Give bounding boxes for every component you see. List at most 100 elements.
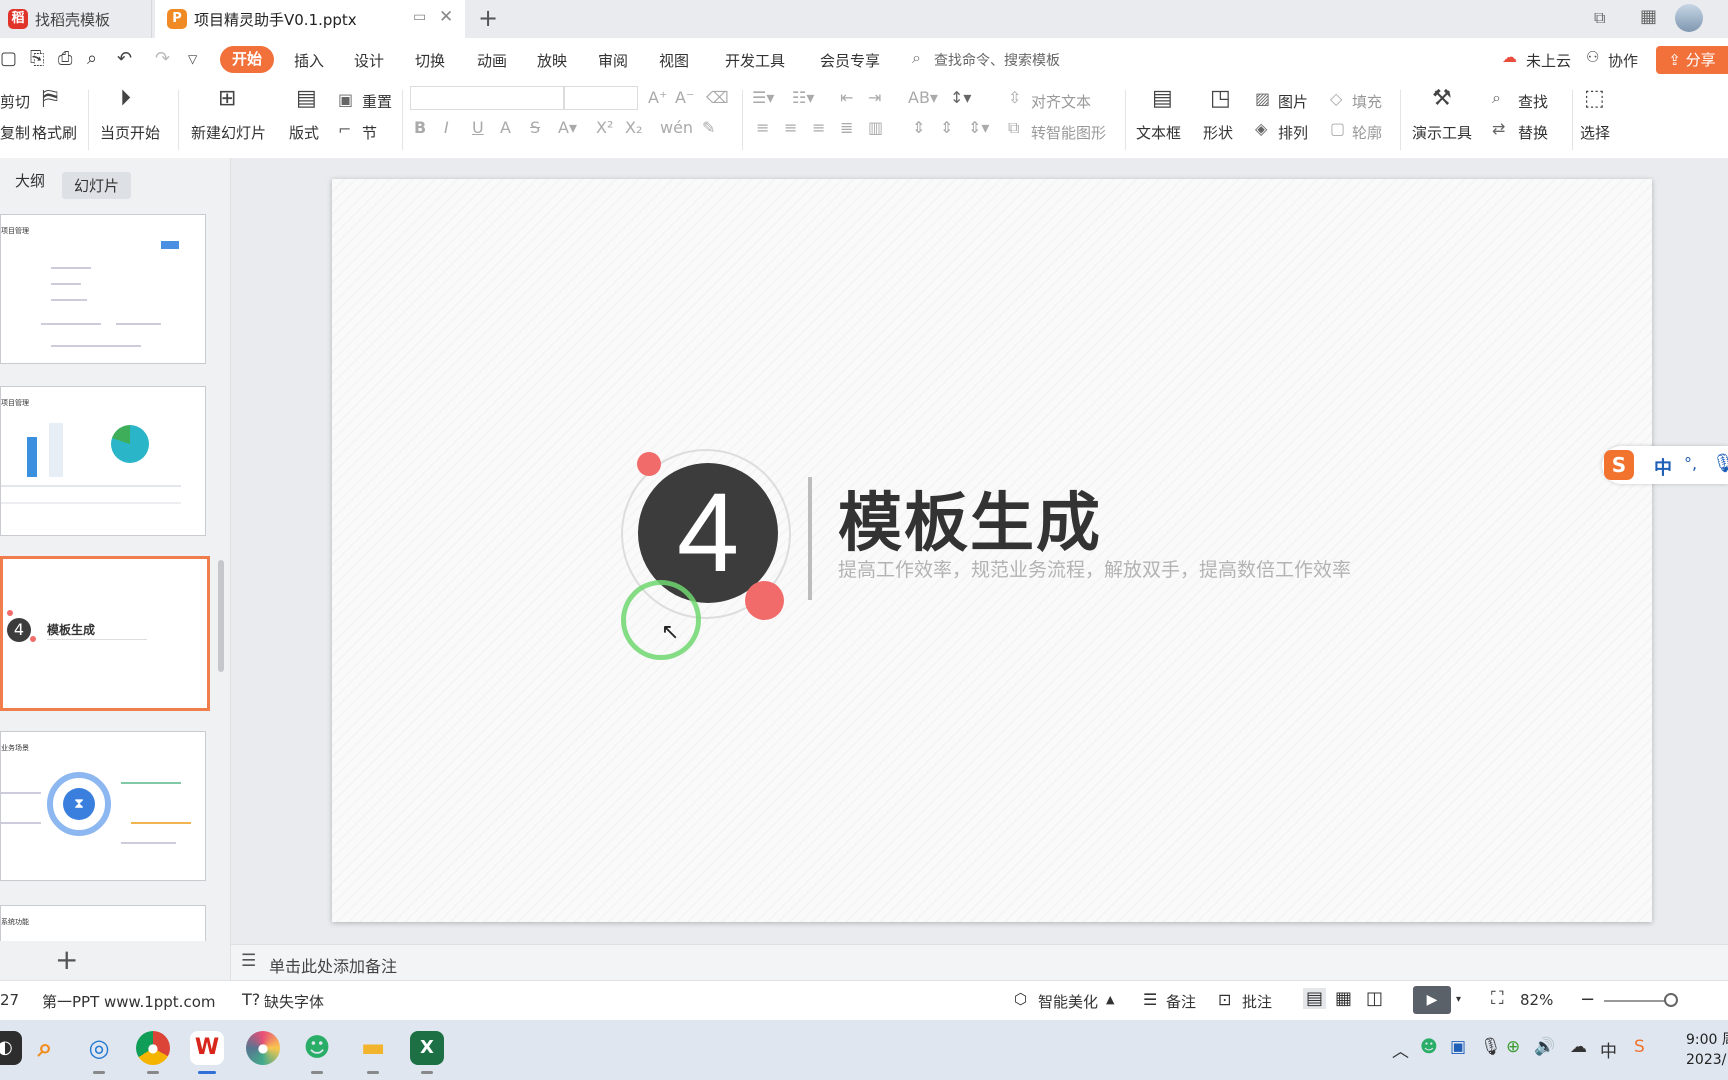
avatar[interactable] bbox=[1675, 4, 1703, 32]
italic-icon[interactable]: I bbox=[444, 118, 449, 137]
presentation-tools-button[interactable]: 演示工具 bbox=[1412, 122, 1472, 143]
menu-membership[interactable]: 会员专享 bbox=[820, 50, 880, 71]
slide-thumbnail-4[interactable]: 业务场景 ⧗ bbox=[0, 731, 206, 881]
increase-indent-icon[interactable]: ⇥ bbox=[868, 88, 881, 107]
highlight-icon[interactable]: ✎ bbox=[702, 118, 715, 137]
float-window-icon[interactable]: ▭ bbox=[413, 9, 426, 25]
menu-transition[interactable]: 切换 bbox=[415, 50, 445, 71]
redo-icon[interactable]: ↷ bbox=[155, 48, 170, 69]
menu-design[interactable]: 设计 bbox=[354, 50, 384, 71]
menu-review[interactable]: 审阅 bbox=[598, 50, 628, 71]
reading-view-icon[interactable]: ◫ bbox=[1366, 988, 1383, 1009]
tab-current-document[interactable]: P 项目精灵助手V0.1.pptx ▭ ✕ bbox=[155, 0, 465, 38]
layout-icon[interactable]: ⧉ bbox=[1594, 8, 1605, 28]
distribute-icon[interactable]: ▥ bbox=[868, 118, 883, 137]
outline-button[interactable]: 轮廓 bbox=[1352, 122, 1382, 143]
new-tab-button[interactable]: + bbox=[478, 4, 498, 32]
phonetic-icon[interactable]: wén bbox=[660, 118, 693, 137]
excel-icon[interactable]: X bbox=[410, 1031, 444, 1065]
section-button[interactable]: 节 bbox=[362, 122, 377, 143]
file-explorer-icon[interactable]: ▬ bbox=[356, 1031, 390, 1065]
cloud-status[interactable]: 未上云 bbox=[1526, 50, 1571, 71]
sorter-view-icon[interactable]: ▦ bbox=[1335, 988, 1352, 1009]
ime-toolbar[interactable]: S 中 °, 🎙 bbox=[1602, 446, 1728, 484]
increase-font-icon[interactable]: A⁺ bbox=[648, 88, 667, 107]
fill-button[interactable]: 填充 bbox=[1352, 91, 1382, 112]
menu-animation[interactable]: 动画 bbox=[477, 50, 507, 71]
ime-mode[interactable]: 中 bbox=[1654, 454, 1672, 480]
new-slide-button[interactable]: 新建幻灯片 bbox=[191, 122, 266, 143]
notes-placeholder[interactable]: 单击此处添加备注 bbox=[269, 953, 397, 977]
tab-slides[interactable]: 幻灯片 bbox=[62, 172, 132, 199]
arrange-button[interactable]: 排列 bbox=[1278, 122, 1308, 143]
menu-slideshow[interactable]: 放映 bbox=[537, 50, 567, 71]
menu-developer[interactable]: 开发工具 bbox=[725, 50, 785, 71]
slide-thumbnail-2[interactable]: 项目管理 bbox=[0, 386, 206, 536]
replace-button[interactable]: 替换 bbox=[1518, 122, 1548, 143]
justify-icon[interactable]: ≣ bbox=[840, 118, 853, 137]
play-from-current-button[interactable]: 当页开始 bbox=[100, 122, 160, 143]
zoom-slider-handle[interactable] bbox=[1664, 993, 1678, 1007]
notes-bar[interactable]: ☰ 单击此处添加备注 bbox=[231, 944, 1728, 981]
wps-office-icon[interactable]: W bbox=[190, 1031, 224, 1065]
textbox-button[interactable]: 文本框 bbox=[1136, 122, 1181, 143]
align-center-icon[interactable]: ≡ bbox=[784, 118, 797, 137]
theme-name[interactable]: 第一PPT www.1ppt.com bbox=[42, 991, 216, 1012]
play-options-icon[interactable]: ▾ bbox=[1456, 994, 1461, 1005]
microphone-tray-icon[interactable]: 🎙 bbox=[1480, 1037, 1502, 1057]
align-right-icon[interactable]: ≡ bbox=[812, 118, 825, 137]
meeting-tray-icon[interactable]: ▣ bbox=[1450, 1037, 1466, 1057]
bullet-list-icon[interactable]: ☰▾ bbox=[752, 88, 774, 107]
colorful-app-icon[interactable]: ● bbox=[246, 1031, 280, 1065]
decrease-font-icon[interactable]: A⁻ bbox=[675, 88, 694, 107]
zoom-level[interactable]: 82% bbox=[1520, 991, 1553, 1009]
copy-button[interactable]: 复制 bbox=[0, 122, 30, 143]
close-tab-icon[interactable]: ✕ bbox=[439, 7, 453, 27]
notes-toggle-button[interactable]: 备注 bbox=[1166, 991, 1196, 1012]
start-icon[interactable]: ◐ bbox=[0, 1031, 22, 1065]
share-button[interactable]: ⇪ 分享 bbox=[1656, 46, 1728, 74]
shape-button[interactable]: 形状 bbox=[1203, 122, 1233, 143]
format-painter-button[interactable]: 格式刷 bbox=[32, 122, 77, 143]
slide-panel-scrollbar[interactable] bbox=[218, 560, 224, 672]
slide-title[interactable]: 模板生成 bbox=[838, 472, 1102, 564]
convert-smartart-button[interactable]: 转智能图形 bbox=[1031, 122, 1106, 143]
line-spacing-icon[interactable]: ↕▾ bbox=[950, 88, 971, 107]
font-color-icon[interactable]: A▾ bbox=[558, 118, 577, 137]
missing-font-button[interactable]: 缺失字体 bbox=[264, 991, 324, 1012]
undo-icon[interactable]: ↶ bbox=[117, 48, 132, 69]
reset-button[interactable]: 重置 bbox=[362, 91, 392, 112]
menu-insert[interactable]: 插入 bbox=[294, 50, 324, 71]
clear-format-icon[interactable]: ⌫ bbox=[706, 88, 729, 107]
layout-button[interactable]: 版式 bbox=[289, 122, 319, 143]
collab-button[interactable]: 协作 bbox=[1608, 50, 1638, 71]
menu-start[interactable]: 开始 bbox=[220, 46, 274, 73]
slide-subtitle[interactable]: 提高工作效率，规范业务流程，解放双手，提高数倍工作效率 bbox=[838, 555, 1351, 582]
slide-thumbnail-3[interactable]: 4 模板生成 bbox=[0, 556, 210, 711]
wechat-icon[interactable]: ☻ bbox=[300, 1031, 334, 1065]
command-search-input[interactable]: 查找命令、搜索模板 bbox=[934, 50, 1060, 70]
print-icon[interactable]: ⎙ bbox=[58, 48, 72, 69]
system-clock[interactable]: 9:00 周 2023/ bbox=[1686, 1030, 1728, 1070]
tab-docer-templates[interactable]: 稻 找稻壳模板 bbox=[0, 0, 152, 38]
subscript-icon[interactable]: X₂ bbox=[625, 118, 642, 137]
cut-button[interactable]: 剪切 bbox=[0, 91, 30, 112]
play-slideshow-icon[interactable]: ▶ bbox=[1413, 986, 1451, 1014]
input-language-icon[interactable]: 中 bbox=[1600, 1037, 1617, 1062]
zoom-out-icon[interactable]: − bbox=[1580, 989, 1595, 1010]
font-family-select[interactable] bbox=[410, 86, 564, 110]
decrease-indent-icon[interactable]: ⇤ bbox=[840, 88, 853, 107]
beautify-button[interactable]: 智能美化 bbox=[1038, 991, 1098, 1012]
align-left-icon[interactable]: ≡ bbox=[756, 118, 769, 137]
spacing-menu-icon[interactable]: ⇕▾ bbox=[968, 118, 989, 137]
apps-grid-icon[interactable]: ▦ bbox=[1640, 6, 1657, 27]
chrome-icon[interactable]: ● bbox=[136, 1031, 170, 1065]
ime-punctuation[interactable]: °, bbox=[1684, 454, 1697, 473]
print-preview-icon[interactable]: ⌕ bbox=[87, 48, 97, 69]
slide-thumbnail-5[interactable]: 系统功能 bbox=[0, 905, 206, 941]
underline-icon[interactable]: U bbox=[472, 118, 484, 137]
strikethrough-icon[interactable]: S bbox=[530, 118, 540, 137]
slide-thumbnail-1[interactable]: 项目管理 bbox=[0, 214, 206, 364]
picture-button[interactable]: 图片 bbox=[1278, 91, 1308, 112]
find-button[interactable]: 查找 bbox=[1518, 91, 1548, 112]
